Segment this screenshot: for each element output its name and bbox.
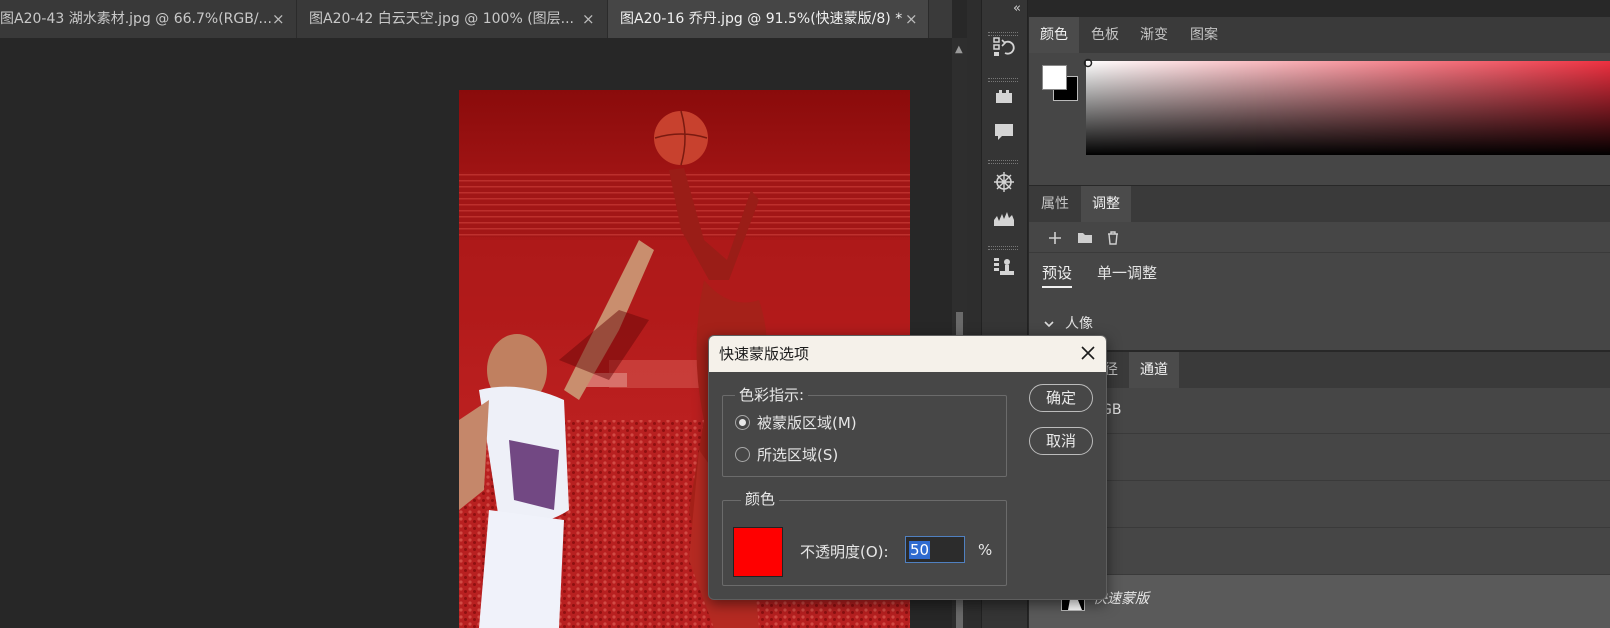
clone-source-icon[interactable]	[992, 255, 1016, 279]
chevron-down-icon[interactable]	[1043, 318, 1055, 330]
tab-gradients[interactable]: 渐变	[1140, 17, 1168, 53]
photoshop-window: 图A20-43 湖水素材.jpg @ 66.7%(RGB/... × 图A20-…	[0, 0, 1610, 628]
close-icon[interactable]: ×	[582, 0, 595, 38]
opacity-unit: %	[978, 541, 993, 559]
document-tab-bar: 图A20-43 湖水素材.jpg @ 66.7%(RGB/... × 图A20-…	[0, 0, 952, 38]
mask-color-swatch[interactable]	[733, 527, 783, 577]
tab-single-adjustment[interactable]: 单一调整	[1097, 262, 1157, 283]
radio-masked-areas-label[interactable]: 被蒙版区域(M)	[757, 412, 857, 433]
channel-row-green[interactable]	[1029, 481, 1610, 528]
close-icon[interactable]	[1077, 342, 1099, 364]
histogram-icon[interactable]	[992, 206, 1016, 230]
channel-row-blue[interactable]	[1029, 528, 1610, 575]
radio-selected-areas-label[interactable]: 所选区域(S)	[757, 444, 838, 465]
channel-row-rgb[interactable]: GB	[1029, 388, 1610, 434]
preset-section-portrait[interactable]: 人像	[1065, 313, 1093, 333]
opacity-input[interactable]: 50	[905, 536, 965, 563]
channel-row-red[interactable]	[1029, 434, 1610, 481]
comments-icon[interactable]	[992, 120, 1016, 144]
trash-icon[interactable]	[1105, 230, 1121, 246]
channels-panel-tabs: 径 通道	[1029, 352, 1610, 388]
tab-patterns[interactable]: 图案	[1190, 17, 1218, 53]
tab-lake-material[interactable]: 图A20-43 湖水素材.jpg @ 66.7%(RGB/... ×	[0, 0, 297, 38]
color-panel-tabs: 颜色 色板 渐变 图案	[1029, 17, 1610, 53]
adjustments-panel: 预设 单一调整 人像	[1029, 222, 1610, 350]
opacity-label: 不透明度(O):	[800, 543, 889, 561]
divider	[1029, 252, 1610, 253]
cancel-button[interactable]: 取消	[1029, 427, 1093, 455]
color-indicates-legend: 色彩指示:	[735, 384, 809, 405]
tab-adjustments[interactable]: 调整	[1081, 186, 1131, 222]
opacity-value: 50	[909, 541, 931, 559]
tab-label: 图A20-42 白云天空.jpg @ 100% (图层...	[309, 11, 575, 27]
quick-mask-options-dialog: 快速蒙版选项 色彩指示: 被蒙版区域(M) 所选区域(S) 颜色 不透明度(O)…	[708, 335, 1107, 600]
shapes-icon[interactable]	[992, 170, 1016, 194]
folder-icon[interactable]	[1077, 230, 1093, 246]
radio-selected-areas[interactable]	[735, 447, 750, 462]
ok-button[interactable]: 确定	[1029, 384, 1093, 412]
active-subtab-indicator	[1042, 286, 1072, 288]
tab-swatches[interactable]: 色板	[1091, 17, 1119, 53]
history-icon[interactable]	[992, 35, 1016, 59]
tab-properties[interactable]: 属性	[1041, 186, 1069, 222]
tab-label: 图A20-16 乔丹.jpg @ 91.5%(快速蒙版/8) *	[620, 11, 903, 27]
plugin-icon[interactable]	[992, 85, 1016, 109]
panel-grip[interactable]	[988, 78, 1018, 82]
add-icon[interactable]	[1047, 230, 1063, 246]
color-picker-marker[interactable]	[1083, 58, 1093, 68]
collapse-icon[interactable]: «	[1013, 1, 1021, 16]
tab-color[interactable]: 颜色	[1029, 17, 1079, 53]
adjust-panel-tabs: 属性 调整	[1029, 186, 1610, 222]
color-field[interactable]	[1086, 61, 1610, 155]
close-icon[interactable]: ×	[272, 0, 285, 38]
radio-masked-areas[interactable]	[735, 415, 750, 430]
channel-row-quick-mask[interactable]: 快速蒙版	[1029, 575, 1610, 628]
panel-grip[interactable]	[988, 246, 1018, 250]
tab-presets[interactable]: 预设	[1042, 262, 1072, 283]
panel-grip[interactable]	[988, 160, 1018, 164]
channels-panel: GB 快速蒙版	[1029, 388, 1610, 628]
foreground-color-swatch[interactable]	[1042, 65, 1067, 90]
dialog-title: 快速蒙版选项	[709, 336, 1106, 372]
scroll-up-icon[interactable]: ▲	[955, 44, 963, 55]
tab-jordan[interactable]: 图A20-16 乔丹.jpg @ 91.5%(快速蒙版/8) * ×	[608, 0, 929, 38]
color-legend: 颜色	[741, 488, 780, 509]
tab-cloud-sky[interactable]: 图A20-42 白云天空.jpg @ 100% (图层... ×	[297, 0, 608, 38]
close-icon[interactable]: ×	[905, 0, 918, 38]
tab-channels[interactable]: 通道	[1129, 352, 1179, 388]
tab-label: 图A20-43 湖水素材.jpg @ 66.7%(RGB/...	[0, 11, 272, 27]
